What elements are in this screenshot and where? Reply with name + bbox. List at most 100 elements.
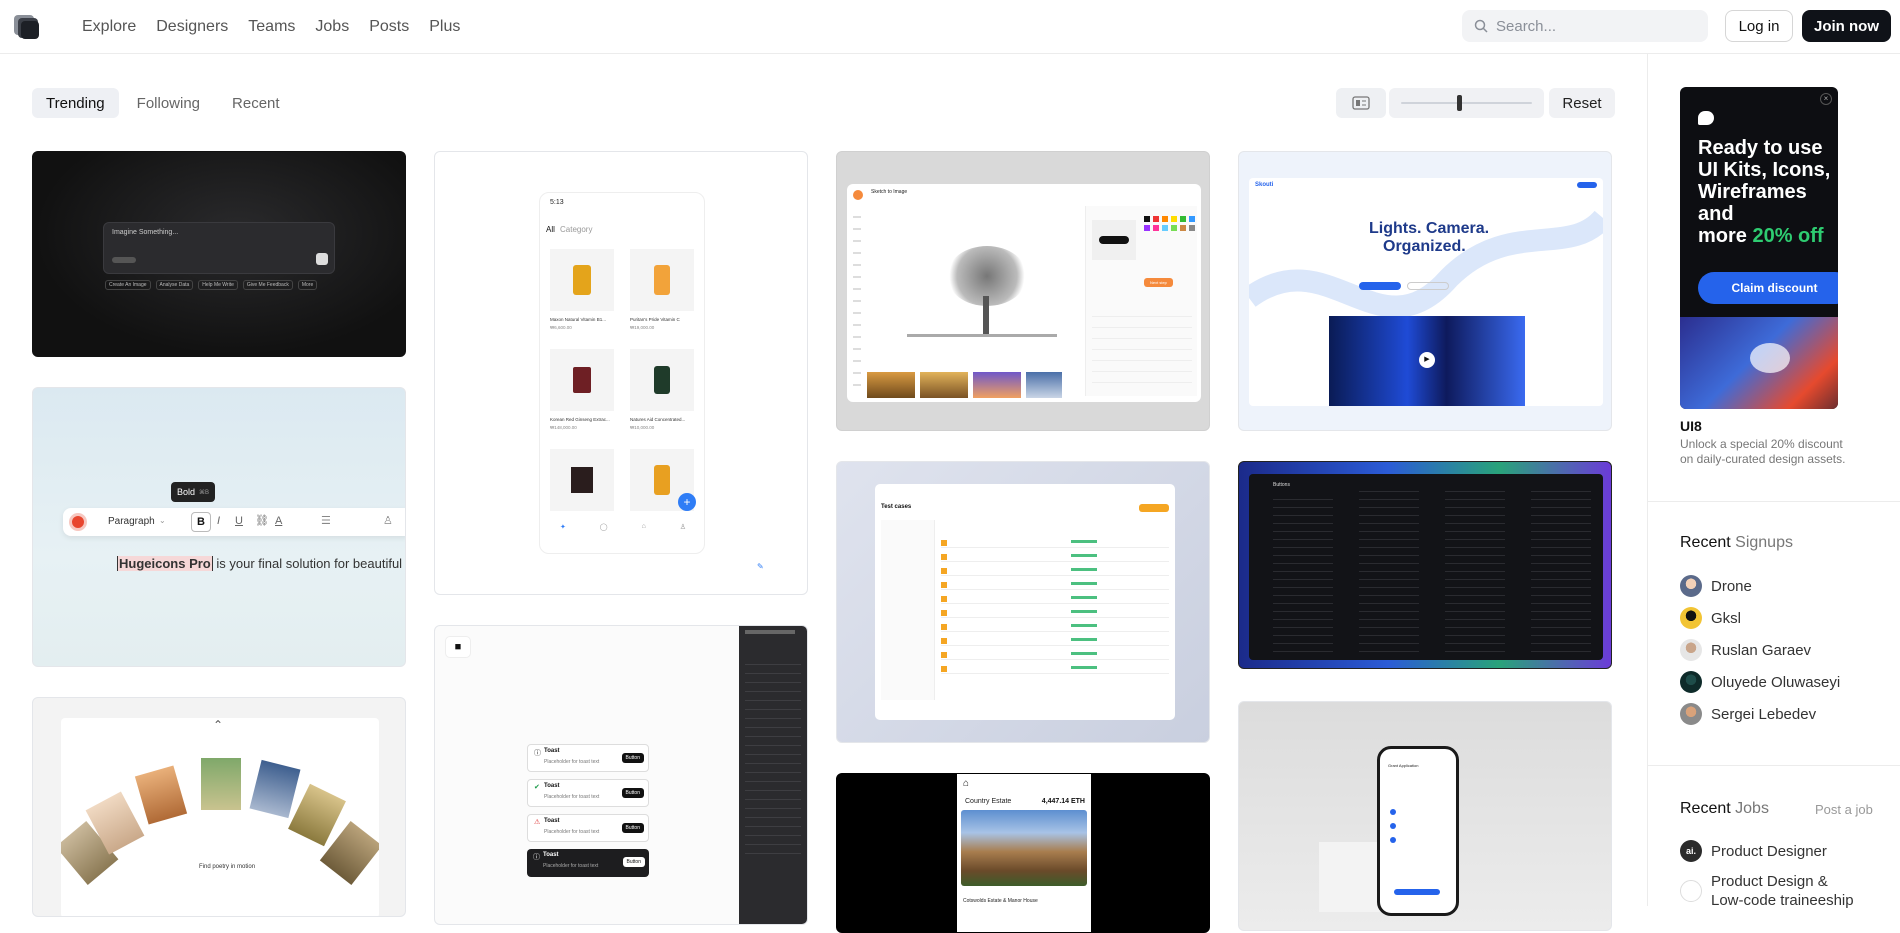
shot-card-nft-estate[interactable]: ⌂ Country Estate 4,447.14 ETH Cotswolds …	[836, 773, 1210, 933]
nav-teams[interactable]: Teams	[248, 18, 295, 36]
toast-warning: ⚠ Toast Placeholder for toast text Butto…	[527, 814, 649, 842]
italic-icon[interactable]: I	[217, 515, 220, 527]
table-window: Test cases	[875, 484, 1175, 720]
nav-plus[interactable]: Plus	[429, 18, 460, 36]
shot-card-toasts[interactable]: ■ ⓘ Toast Placeholder for toast text But…	[434, 625, 808, 925]
login-button[interactable]: Log in	[1725, 10, 1793, 42]
nav-posts[interactable]: Posts	[369, 18, 409, 36]
shot-card-grant-app[interactable]: Grant Application	[1238, 701, 1612, 931]
link-icon[interactable]: ⛓	[255, 514, 269, 527]
shot-card-ai-prompt[interactable]: Imagine Something... Create An Image Ana…	[32, 151, 406, 357]
shot-card-text-editor[interactable]: Bold ⌘B Paragraph ⌄ B I U ⛓ A ☰ ♙ Hugeic…	[32, 387, 406, 667]
claim-discount-button[interactable]: Claim discount	[1698, 272, 1838, 304]
feed-tabs: Trending Following Recent	[32, 88, 294, 118]
product-name: Korean Red Ginseng Extrac...	[550, 417, 610, 422]
shot-card-shop-app[interactable]: 5:13 All Category Maxon Natural Vitamin …	[434, 151, 808, 595]
align-icon[interactable]: ☰	[321, 514, 331, 527]
search-icon	[1474, 19, 1488, 33]
signup-item[interactable]: Ruslan Garaev	[1680, 639, 1811, 661]
user-icon[interactable]: ♙	[383, 514, 393, 527]
avatar	[1680, 607, 1702, 629]
ad-headline: Ready to use UI Kits, Icons, Wireframes …	[1698, 137, 1831, 247]
ad-description: Unlock a special 20% discount on daily-c…	[1680, 437, 1846, 466]
signup-item[interactable]: Sergei Lebedev	[1680, 703, 1816, 725]
underline-icon[interactable]: U	[235, 515, 243, 527]
product-name: Maxon Natural Vitamin B1...	[550, 317, 606, 322]
hero-video[interactable]: ▶	[1329, 316, 1525, 406]
product-image	[630, 349, 694, 411]
product-price: ₩10,000.00	[630, 425, 655, 430]
editor-toolbar: Paragraph ⌄ B I U ⛓ A ☰ ♙	[63, 508, 405, 536]
sketch-canvas	[867, 206, 1107, 366]
add-fab-button[interactable]: +	[678, 493, 696, 511]
nav-jobs[interactable]: Jobs	[315, 18, 349, 36]
shot-card-skouti-landing[interactable]: Skouti Lights. Camera. Organized. ▶	[1238, 151, 1612, 431]
divider	[1648, 501, 1900, 502]
avatar	[1680, 575, 1702, 597]
search-box[interactable]	[1462, 10, 1708, 42]
product-price: ₩19,000.00	[630, 325, 655, 330]
card-layout-icon	[1352, 96, 1370, 110]
play-icon[interactable]: ▶	[1419, 352, 1435, 368]
phone-frame: 5:13 All Category Maxon Natural Vitamin …	[539, 192, 705, 554]
home-icon[interactable]: ⌂	[963, 778, 969, 789]
toast-action-button[interactable]: Button	[621, 753, 644, 763]
chevron-down-icon: ⌄	[159, 516, 166, 525]
recent-jobs-title: Recent Jobs	[1680, 800, 1769, 817]
post-job-link[interactable]: Post a job	[1815, 802, 1873, 817]
signup-item[interactable]: Gksl	[1680, 607, 1741, 629]
product-image	[630, 249, 694, 311]
editor-content[interactable]: Hugeicons Pro is your final solution for…	[117, 556, 402, 571]
company-logo-icon: ai.	[1680, 840, 1702, 862]
shot-card-test-cases[interactable]: Test cases	[836, 461, 1210, 743]
join-button[interactable]: Join now	[1802, 10, 1891, 42]
landing-page: Skouti Lights. Camera. Organized. ▶	[1249, 178, 1603, 406]
chip: Analyse Data	[155, 280, 194, 290]
shot-card-sketch-to-image[interactable]: Sketch to Image Next step	[836, 151, 1210, 431]
dribbble-style-logo-icon[interactable]	[12, 13, 42, 41]
job-item[interactable]: Product Design & Low-code traineeship	[1680, 872, 1861, 910]
component-index: Buttons	[1249, 474, 1603, 660]
bold-button[interactable]: B	[191, 512, 211, 532]
promo-ad-ui8[interactable]: × Ready to use UI Kits, Icons, Wireframe…	[1680, 87, 1838, 409]
author-signature: ✎	[757, 562, 764, 571]
signup-item[interactable]: Drone	[1680, 575, 1752, 597]
divider	[1648, 765, 1900, 766]
signup-item[interactable]: Oluyede Oluwaseyi	[1680, 671, 1840, 693]
shot-card-dark-ui-kit[interactable]: Buttons	[1238, 461, 1612, 669]
arc-canvas: ⌃ Find poetry in motion	[61, 718, 379, 916]
layout-toggle-button[interactable]	[1336, 88, 1386, 118]
text-color-icon[interactable]: A	[275, 515, 282, 527]
toast-info: ⓘ Toast Placeholder for toast text Butto…	[527, 744, 649, 772]
tab-recent[interactable]: Recent	[218, 88, 294, 118]
nav-designers[interactable]: Designers	[156, 18, 228, 36]
phone-mockup: Grant Application	[1377, 746, 1459, 916]
nav-explore[interactable]: Explore	[82, 18, 136, 36]
product-image	[550, 249, 614, 311]
product-name: Natures Aid Concentrated...	[630, 417, 686, 422]
paragraph-dropdown[interactable]: Paragraph	[108, 516, 155, 527]
phone-screen: ⌂ Country Estate 4,447.14 ETH Cotswolds …	[957, 774, 1091, 932]
reset-button[interactable]: Reset	[1549, 88, 1615, 118]
tab-following[interactable]: Following	[123, 88, 214, 118]
toast-action-button[interactable]: Button	[621, 788, 644, 798]
next-step-button[interactable]: Next step	[1144, 278, 1173, 287]
toast-success: ✔ Toast Placeholder for toast text Butto…	[527, 779, 649, 807]
toast-action-button[interactable]: Button	[622, 857, 645, 867]
thumbnail-strip	[867, 372, 1062, 398]
highlighted-text: Hugeicons Pro	[117, 556, 213, 571]
search-input[interactable]	[1496, 17, 1696, 35]
chevron-up-icon: ⌃	[213, 718, 224, 732]
avatar	[1680, 639, 1702, 661]
grid-size-slider[interactable]	[1389, 88, 1544, 118]
toast-action-button[interactable]: Button	[621, 823, 644, 833]
close-ad-icon[interactable]: ×	[1820, 93, 1832, 105]
job-item[interactable]: ai. Product Designer	[1680, 840, 1827, 862]
slider-thumb[interactable]	[1457, 95, 1462, 111]
chip: Give Me Feedback	[242, 280, 293, 290]
recent-signups-title: Recent Signups	[1680, 534, 1793, 551]
arc-caption: Find poetry in motion	[199, 864, 256, 870]
slider-track	[1401, 102, 1532, 104]
shot-card-photo-arc[interactable]: ⌃ Find poetry in motion	[32, 697, 406, 917]
tab-trending[interactable]: Trending	[32, 88, 119, 118]
